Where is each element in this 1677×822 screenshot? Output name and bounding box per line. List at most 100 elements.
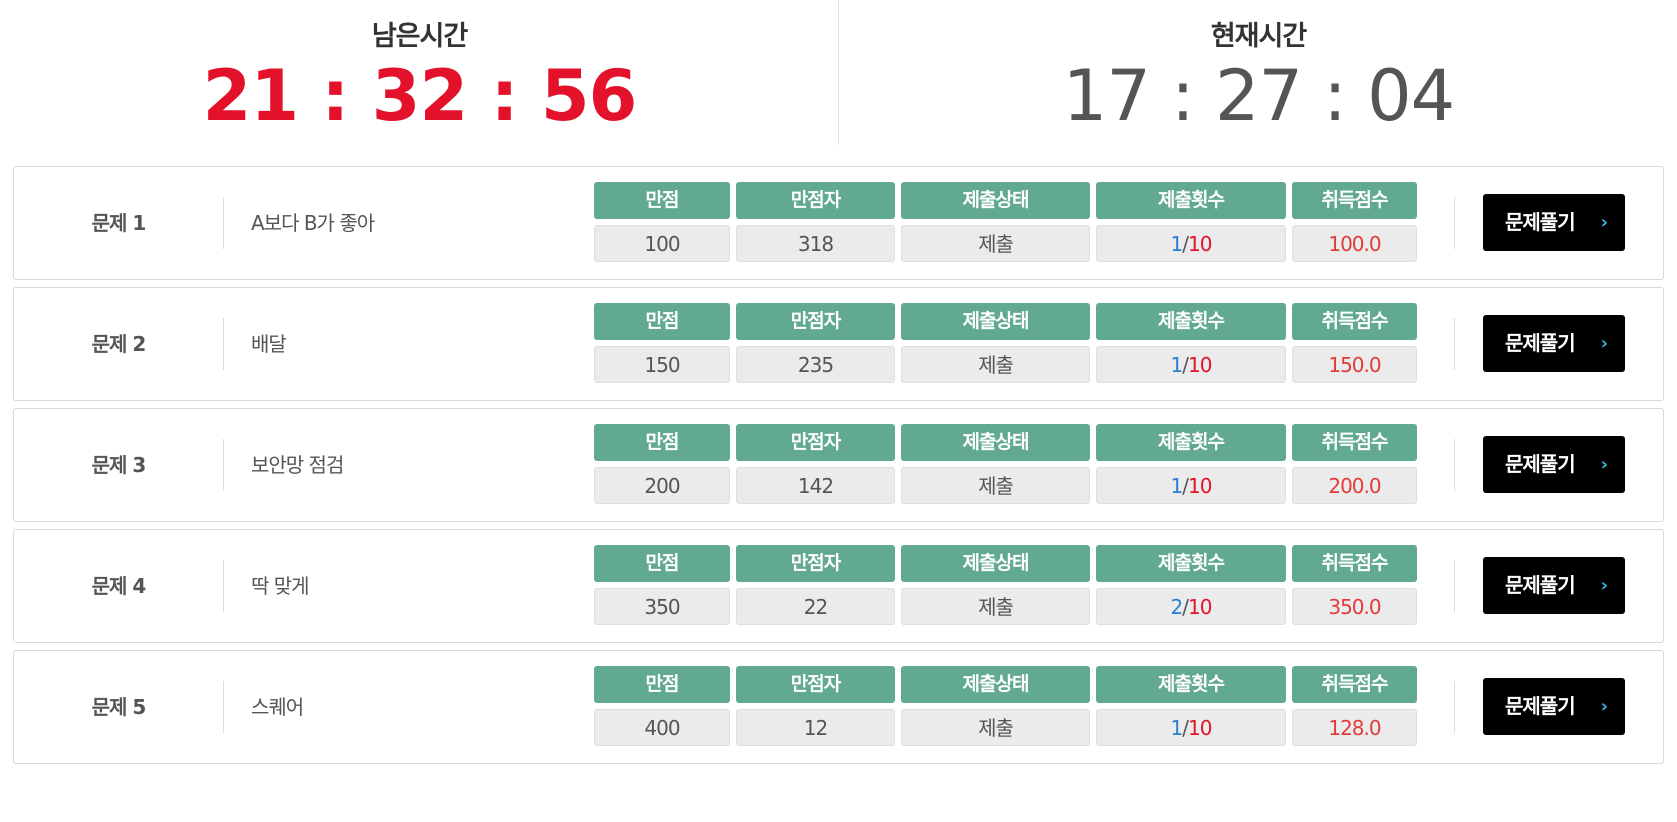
divider xyxy=(223,681,224,733)
problem-title: 배달 xyxy=(251,332,287,356)
header-perfect-count: 만점자 xyxy=(736,666,895,703)
submit-status-value: 제출 xyxy=(901,225,1090,262)
solve-button-label: 문제풀기 xyxy=(1505,573,1576,597)
earned-score-value: 200.0 xyxy=(1292,467,1417,504)
header-perfect-count: 만점자 xyxy=(736,545,895,582)
perfect-count-value: 12 xyxy=(736,709,895,746)
problem-number: 문제 4 xyxy=(91,574,147,598)
header-earned-score: 취득점수 xyxy=(1292,424,1417,461)
header-max-score: 만점 xyxy=(594,182,730,219)
solve-problem-button[interactable]: 문제풀기 › xyxy=(1483,678,1625,735)
header-perfect-count: 만점자 xyxy=(736,424,895,461)
max-score-value: 350 xyxy=(594,588,730,625)
header-submit-status: 제출상태 xyxy=(901,545,1090,582)
remaining-time-label: 남은시간 xyxy=(371,21,468,52)
header-submit-status: 제출상태 xyxy=(901,182,1090,219)
submit-count-value: 1/10 xyxy=(1096,346,1286,383)
problem-row: 문제 2 배달 만점 만점자 제출상태 제출횟수 취득점수 150 235 제출… xyxy=(13,287,1664,401)
divider xyxy=(1454,318,1455,370)
chevron-right-icon: › xyxy=(1600,212,1608,233)
solve-problem-button[interactable]: 문제풀기 › xyxy=(1483,194,1625,251)
max-score-value: 400 xyxy=(594,709,730,746)
header-max-score: 만점 xyxy=(594,666,730,703)
submit-count-max: 10 xyxy=(1188,232,1212,256)
perfect-count-value: 142 xyxy=(736,467,895,504)
chevron-right-icon: › xyxy=(1600,454,1608,475)
problem-row: 문제 3 보안망 점검 만점 만점자 제출상태 제출횟수 취득점수 200 14… xyxy=(13,408,1664,522)
problem-number: 문제 3 xyxy=(91,453,147,477)
problem-row: 문제 5 스퀘어 만점 만점자 제출상태 제출횟수 취득점수 400 12 제출… xyxy=(13,650,1664,764)
problem-number: 문제 1 xyxy=(91,211,147,235)
submit-count-current: 1 xyxy=(1170,353,1184,377)
divider xyxy=(1454,560,1455,612)
solve-problem-button[interactable]: 문제풀기 › xyxy=(1483,315,1625,372)
header-max-score: 만점 xyxy=(594,424,730,461)
divider xyxy=(223,560,224,612)
earned-score-value: 350.0 xyxy=(1292,588,1417,625)
current-time: 현재시간 17 : 27 : 04 xyxy=(840,0,1677,148)
problem-row: 문제 1 A보다 B가 좋아 만점 만점자 제출상태 제출횟수 취득점수 100… xyxy=(13,166,1664,280)
header-submit-count: 제출횟수 xyxy=(1096,303,1286,340)
divider xyxy=(1454,439,1455,491)
max-score-value: 200 xyxy=(594,467,730,504)
header-submit-count: 제출횟수 xyxy=(1096,182,1286,219)
timer-panel: 남은시간 21 : 32 : 56 현재시간 17 : 27 : 04 xyxy=(0,0,1677,148)
remaining-time-value: 21 : 32 : 56 xyxy=(202,55,638,137)
solve-button-label: 문제풀기 xyxy=(1505,452,1576,476)
chevron-right-icon: › xyxy=(1600,696,1608,717)
header-max-score: 만점 xyxy=(594,303,730,340)
problem-title: 스퀘어 xyxy=(251,695,304,719)
submit-count-max: 10 xyxy=(1188,595,1212,619)
submit-count-max: 10 xyxy=(1188,474,1212,498)
header-submit-status: 제출상태 xyxy=(901,666,1090,703)
problem-title: A보다 B가 좋아 xyxy=(251,211,375,235)
header-submit-count: 제출횟수 xyxy=(1096,424,1286,461)
header-earned-score: 취득점수 xyxy=(1292,303,1417,340)
header-submit-count: 제출횟수 xyxy=(1096,666,1286,703)
submit-status-value: 제출 xyxy=(901,709,1090,746)
timer-divider xyxy=(838,0,839,145)
max-score-value: 100 xyxy=(594,225,730,262)
header-perfect-count: 만점자 xyxy=(736,303,895,340)
perfect-count-value: 22 xyxy=(736,588,895,625)
header-earned-score: 취득점수 xyxy=(1292,182,1417,219)
divider xyxy=(223,197,224,249)
submit-count-value: 1/10 xyxy=(1096,225,1286,262)
header-submit-status: 제출상태 xyxy=(901,303,1090,340)
submit-status-value: 제출 xyxy=(901,588,1090,625)
header-submit-status: 제출상태 xyxy=(901,424,1090,461)
submit-count-current: 1 xyxy=(1170,232,1184,256)
earned-score-value: 128.0 xyxy=(1292,709,1417,746)
problem-number: 문제 5 xyxy=(91,695,147,719)
submit-count-current: 1 xyxy=(1170,474,1184,498)
divider xyxy=(1454,197,1455,249)
chevron-right-icon: › xyxy=(1600,575,1608,596)
max-score-value: 150 xyxy=(594,346,730,383)
submit-count-max: 10 xyxy=(1188,716,1212,740)
problem-row: 문제 4 딱 맞게 만점 만점자 제출상태 제출횟수 취득점수 350 22 제… xyxy=(13,529,1664,643)
submit-count-current: 2 xyxy=(1170,595,1184,619)
problem-title: 보안망 점검 xyxy=(251,453,344,477)
chevron-right-icon: › xyxy=(1600,333,1608,354)
solve-problem-button[interactable]: 문제풀기 › xyxy=(1483,557,1625,614)
submit-status-value: 제출 xyxy=(901,467,1090,504)
submit-count-value: 1/10 xyxy=(1096,467,1286,504)
submit-count-max: 10 xyxy=(1188,353,1212,377)
divider xyxy=(223,439,224,491)
header-submit-count: 제출횟수 xyxy=(1096,545,1286,582)
earned-score-value: 150.0 xyxy=(1292,346,1417,383)
submit-count-value: 2/10 xyxy=(1096,588,1286,625)
header-max-score: 만점 xyxy=(594,545,730,582)
submit-status-value: 제출 xyxy=(901,346,1090,383)
header-earned-score: 취득점수 xyxy=(1292,666,1417,703)
current-time-label: 현재시간 xyxy=(1210,21,1307,52)
solve-problem-button[interactable]: 문제풀기 › xyxy=(1483,436,1625,493)
divider xyxy=(1454,681,1455,733)
perfect-count-value: 318 xyxy=(736,225,895,262)
submit-count-current: 1 xyxy=(1170,716,1184,740)
header-earned-score: 취득점수 xyxy=(1292,545,1417,582)
current-time-value: 17 : 27 : 04 xyxy=(1062,55,1455,137)
solve-button-label: 문제풀기 xyxy=(1505,331,1576,355)
perfect-count-value: 235 xyxy=(736,346,895,383)
problem-title: 딱 맞게 xyxy=(251,574,310,598)
